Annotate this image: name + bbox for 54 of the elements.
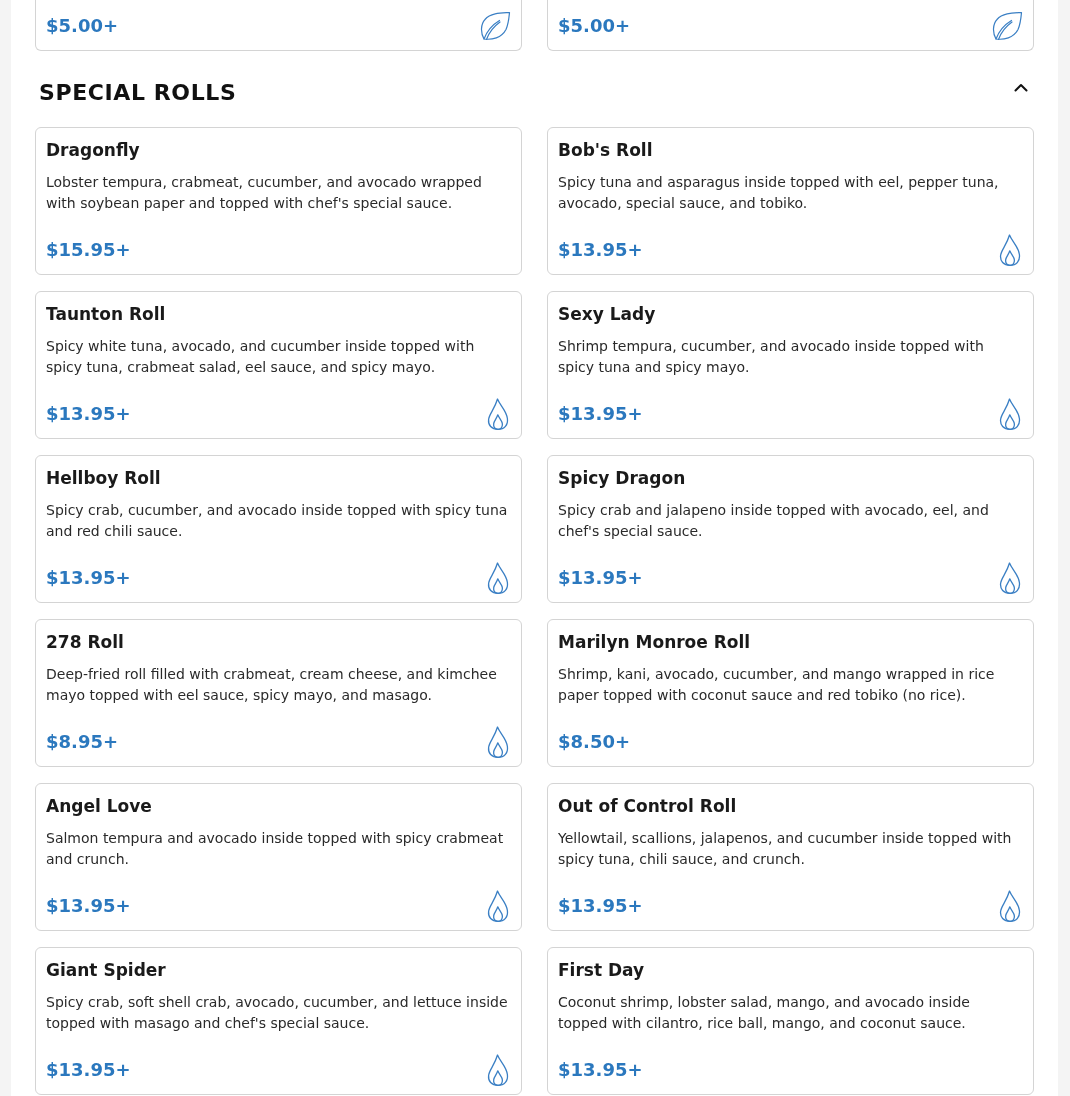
menu-item-card[interactable]: $5.00+ bbox=[547, 0, 1034, 51]
item-price: $13.95+ bbox=[558, 238, 643, 262]
item-price: $8.50+ bbox=[558, 730, 631, 754]
menu-item-card[interactable]: Angel Love Salmon tempura and avocado inside topped with spicy crabmeat and crunch. $13.95+ bbox=[35, 783, 522, 931]
menu-item-card[interactable]: Dragonfly Lobster tempura, crabmeat, cucumber, and avocado wrapped with soybean paper and topped with chef's special sauce. $15.95+ bbox=[35, 127, 522, 275]
item-name: Bob's Roll bbox=[558, 139, 653, 162]
menu-item-card[interactable]: Marilyn Monroe Roll Shrimp, kani, avocado, cucumber, and mango wrapped in rice paper topped with coconut sauce and red tobiko (no rice). $8.50+ bbox=[547, 619, 1034, 767]
menu-item-card[interactable]: Bob's Roll Spicy tuna and asparagus inside topped with eel, pepper tuna, avocado, special sauce, and tobiko. $13.95+ bbox=[547, 127, 1034, 275]
item-price: $13.95+ bbox=[558, 894, 643, 918]
item-description: Spicy crab and jalapeno inside topped with avocado, eel, and chef's special sauce. bbox=[558, 501, 990, 541]
item-description: Yellowtail, scallions, jalapenos, and cucumber inside topped with spicy tuna, chili sauce, and crunch. bbox=[558, 829, 1013, 869]
item-name: Taunton Roll bbox=[46, 303, 166, 326]
item-description: Lobster tempura, crabmeat, cucumber, and avocado wrapped with soybean paper and topped with chef's special sauce. bbox=[46, 173, 483, 213]
section-title: SPECIAL ROLLS bbox=[39, 79, 237, 107]
item-description: Spicy white tuna, avocado, and cucumber inside topped with spicy tuna, crabmeat salad, eel sauce, and spicy mayo. bbox=[46, 337, 476, 377]
item-price: $5.00+ bbox=[46, 14, 119, 38]
item-description: Salmon tempura and avocado inside topped with spicy crabmeat and crunch. bbox=[46, 829, 505, 869]
item-description: Shrimp, kani, avocado, cucumber, and mango wrapped in rice paper topped with coconut sauce and red tobiko (no rice). bbox=[558, 665, 996, 705]
item-name: Angel Love bbox=[46, 795, 152, 818]
item-name: 278 Roll bbox=[46, 631, 124, 654]
menu-item-card[interactable]: Out of Control Roll Yellowtail, scallions, jalapenos, and cucumber inside topped with spicy tuna, chili sauce, and crunch. $13.95+ bbox=[547, 783, 1034, 931]
item-price: $13.95+ bbox=[46, 1058, 131, 1082]
menu-item-card[interactable]: Taunton Roll Spicy white tuna, avocado, and cucumber inside topped with spicy tuna, crabmeat salad, eel sauce, and spicy mayo. $13.95+ bbox=[35, 291, 522, 439]
menu-item-card[interactable]: Hellboy Roll Spicy crab, cucumber, and avocado inside topped with spicy tuna and red chili sauce. $13.95+ bbox=[35, 455, 522, 603]
item-name: Giant Spider bbox=[46, 959, 166, 982]
item-price: $15.95+ bbox=[46, 238, 131, 262]
menu-item-card[interactable]: Sexy Lady Shrimp tempura, cucumber, and avocado inside topped with spicy tuna and spicy mayo. $13.95+ bbox=[547, 291, 1034, 439]
item-price: $13.95+ bbox=[558, 402, 643, 426]
item-name: Dragonfly bbox=[46, 139, 140, 162]
item-price: $13.95+ bbox=[46, 402, 131, 426]
item-price: $13.95+ bbox=[46, 566, 131, 590]
item-name: Out of Control Roll bbox=[558, 795, 737, 818]
item-name: Hellboy Roll bbox=[46, 467, 161, 490]
item-name: Marilyn Monroe Roll bbox=[558, 631, 751, 654]
menu-item-card[interactable]: Spicy Dragon Spicy crab and jalapeno inside topped with avocado, eel, and chef's special sauce. $13.95+ bbox=[547, 455, 1034, 603]
menu-item-card[interactable]: Giant Spider Spicy crab, soft shell crab, avocado, cucumber, and lettuce inside topped with masago and chef's special sauce. $13.95+ bbox=[35, 947, 522, 1095]
item-price: $13.95+ bbox=[558, 566, 643, 590]
item-price: $13.95+ bbox=[558, 1058, 643, 1082]
item-price: $13.95+ bbox=[46, 894, 131, 918]
item-price: $5.00+ bbox=[558, 14, 631, 38]
item-description: Spicy crab, cucumber, and avocado inside topped with spicy tuna and red chili sauce. bbox=[46, 501, 509, 541]
item-description: Spicy crab, soft shell crab, avocado, cucumber, and lettuce inside topped with masago and chef's special sauce. bbox=[46, 993, 509, 1033]
item-description: Shrimp tempura, cucumber, and avocado inside topped with spicy tuna and spicy mayo. bbox=[558, 337, 985, 377]
chevron-up-icon bbox=[1014, 82, 1028, 92]
menu-item-card[interactable]: $5.00+ bbox=[35, 0, 522, 51]
menu-item-card[interactable]: First Day Coconut shrimp, lobster salad, mango, and avocado inside topped with cilantro, rice ball, mango, and coconut sauce. $13.95+ bbox=[547, 947, 1034, 1095]
item-name: First Day bbox=[558, 959, 645, 982]
item-price: $8.95+ bbox=[46, 730, 119, 754]
menu-item-card[interactable]: 278 Roll Deep-fried roll filled with crabmeat, cream cheese, and kimchee mayo topped with eel sauce, spicy mayo, and masago. $8.95+ bbox=[35, 619, 522, 767]
item-description: Coconut shrimp, lobster salad, mango, and avocado inside topped with cilantro, rice ball, mango, and coconut sauce. bbox=[558, 993, 971, 1033]
item-name: Spicy Dragon bbox=[558, 467, 686, 490]
item-description: Deep-fried roll filled with crabmeat, cream cheese, and kimchee mayo topped with eel sauce, spicy mayo, and masago. bbox=[46, 665, 498, 705]
item-description: Spicy tuna and asparagus inside topped with eel, pepper tuna, avocado, special sauce, and tobiko. bbox=[558, 173, 1000, 213]
item-name: Sexy Lady bbox=[558, 303, 656, 326]
